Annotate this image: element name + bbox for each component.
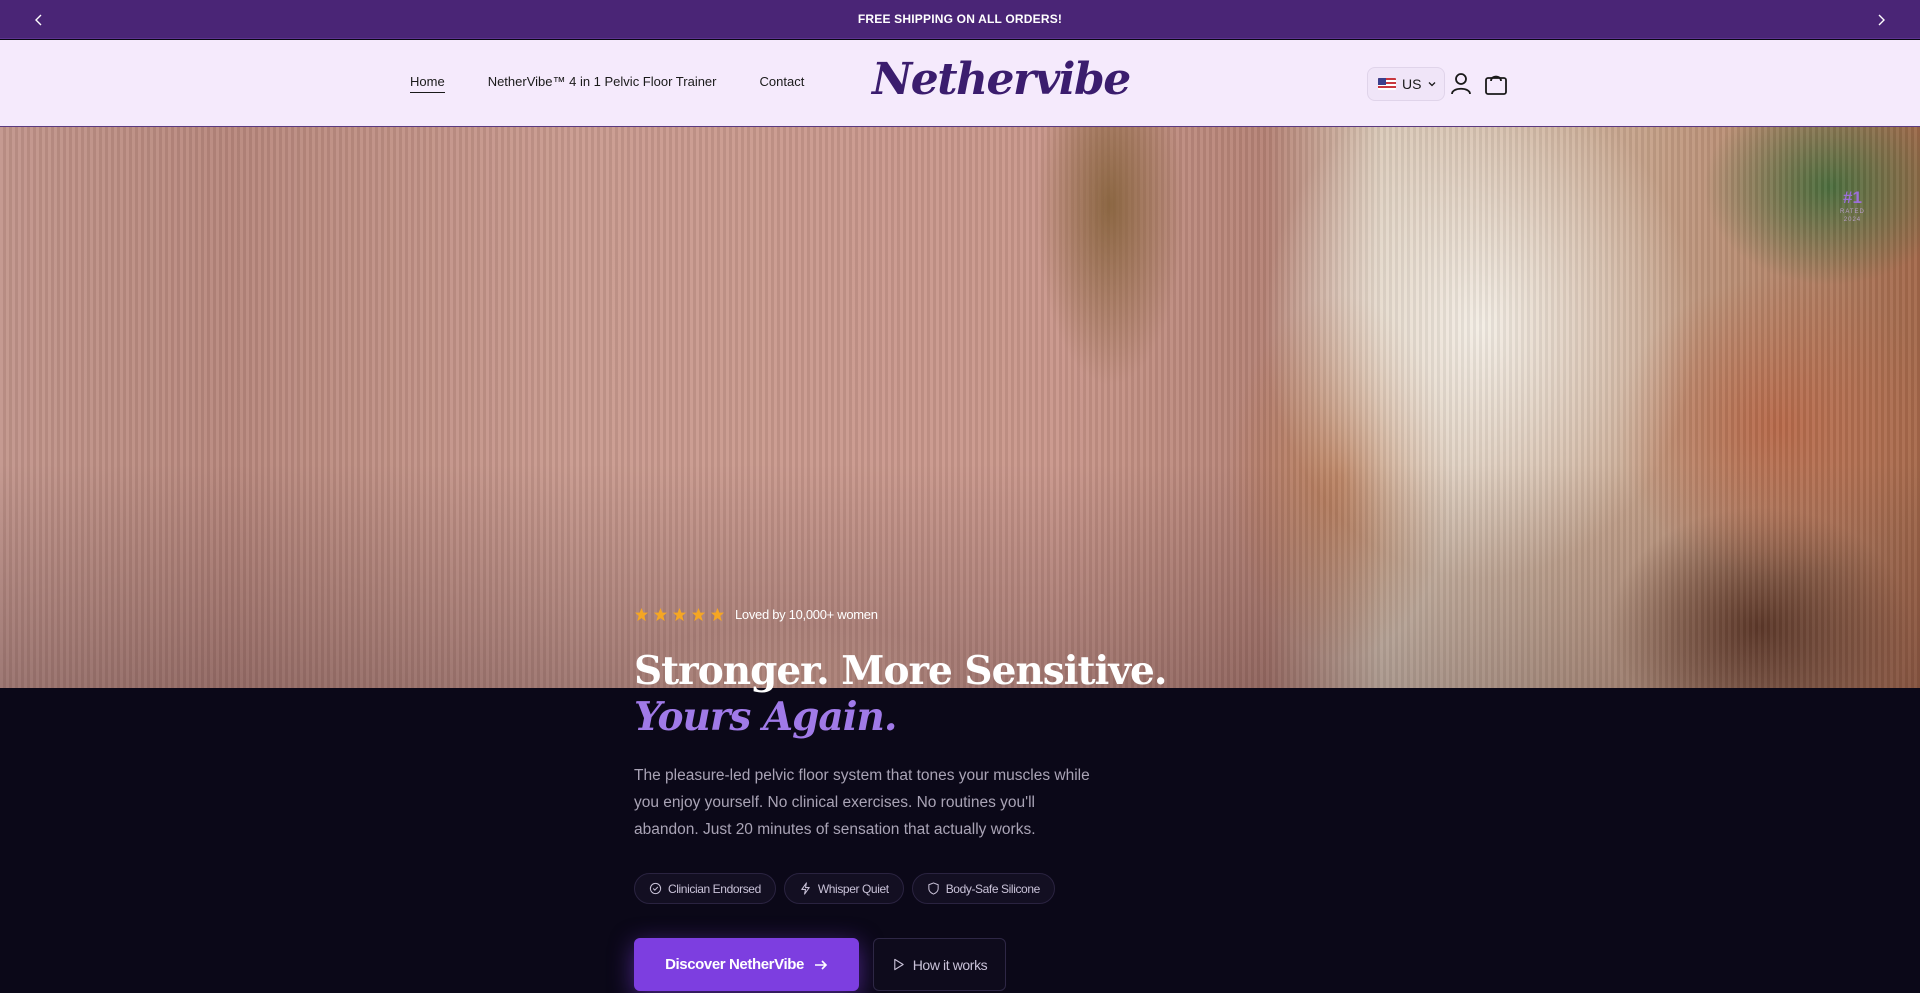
feature-label: Clinician Endorsed bbox=[668, 881, 761, 896]
chevron-down-icon bbox=[1427, 79, 1437, 89]
hero-description: The pleasure-led pelvic floor system tha… bbox=[634, 767, 1090, 838]
announcement-bar: FREE SHIPPING ON ALL ORDERS! bbox=[0, 0, 1920, 39]
badge-line-2: 2024 bbox=[1843, 217, 1862, 223]
hero-headline: Stronger. More Sensitive. bbox=[634, 648, 1167, 694]
shopping-bag-icon[interactable] bbox=[1483, 70, 1511, 98]
star-icon bbox=[634, 607, 649, 622]
badge-line-1: RATED bbox=[1840, 209, 1865, 215]
locale-selector[interactable]: US bbox=[1367, 67, 1445, 101]
discover-button-label: Discover NetherVibe bbox=[665, 956, 804, 973]
star-icon bbox=[710, 607, 725, 622]
feature-label: Whisper Quiet bbox=[817, 881, 889, 896]
site-header: Home NetherVibe™ 4 in 1 Pelvic Floor Tra… bbox=[0, 40, 1920, 127]
arrow-right-icon bbox=[814, 958, 828, 972]
user-icon[interactable] bbox=[1448, 70, 1476, 98]
nav-link-contact[interactable]: Contact bbox=[760, 74, 805, 93]
star-icon bbox=[653, 607, 668, 622]
star-icon bbox=[691, 607, 706, 622]
shield-icon bbox=[927, 882, 940, 895]
nav-link-product[interactable]: NetherVibe™ 4 in 1 Pelvic Floor Trainer bbox=[488, 74, 717, 93]
feature-chip: Clinician Endorsed bbox=[634, 873, 776, 904]
site-logo[interactable]: Nethervibe bbox=[872, 54, 1131, 108]
rated-badge: #1 RATED 2024 bbox=[1840, 188, 1865, 224]
check-circle-icon bbox=[649, 882, 662, 895]
chevron-right-icon[interactable] bbox=[1869, 8, 1893, 32]
logo-text: Nethervibe bbox=[872, 54, 1131, 105]
how-it-works-button[interactable]: How it works bbox=[873, 938, 1006, 991]
how-it-works-label: How it works bbox=[912, 956, 988, 973]
us-flag-icon bbox=[1378, 78, 1396, 90]
locale-label: US bbox=[1402, 76, 1422, 92]
feature-chips: Clinician Endorsed Whisper Quiet Body-Sa… bbox=[634, 873, 1055, 904]
chevron-left-icon[interactable] bbox=[27, 8, 51, 32]
main-nav: Home NetherVibe™ 4 in 1 Pelvic Floor Tra… bbox=[410, 74, 847, 93]
feature-chip: Body-Safe Silicone bbox=[911, 873, 1055, 904]
star-icon bbox=[672, 607, 687, 622]
announcement-text: FREE SHIPPING ON ALL ORDERS! bbox=[857, 12, 1063, 26]
feature-chip: Whisper Quiet bbox=[783, 873, 904, 904]
nav-link-home[interactable]: Home bbox=[410, 74, 445, 93]
hero-headline-accent: Yours Again. bbox=[634, 694, 897, 740]
feature-label: Body-Safe Silicone bbox=[945, 881, 1041, 896]
lightning-icon bbox=[799, 882, 812, 895]
rating-text: Loved by 10,000+ women bbox=[735, 607, 878, 622]
play-icon bbox=[892, 958, 905, 971]
badge-number: #1 bbox=[1842, 188, 1862, 207]
discover-button[interactable]: Discover NetherVibe bbox=[634, 938, 859, 991]
rating: Loved by 10,000+ women bbox=[634, 607, 878, 622]
hero-image bbox=[0, 127, 1920, 688]
